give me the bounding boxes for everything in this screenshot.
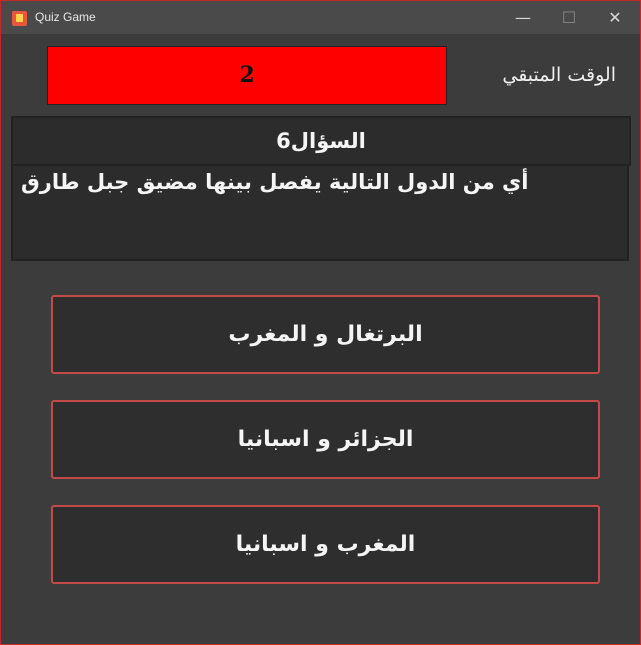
minimize-button[interactable]: — [500, 1, 546, 34]
quiz-game-window: Quiz Game — ☐ ✕ 2 الوقت المتبقي السؤال6 … [0, 0, 641, 645]
answer-button-3[interactable]: المغرب و اسبانيا [51, 505, 600, 584]
maximize-button[interactable]: ☐ [546, 1, 592, 34]
time-remaining-display: 2 [47, 46, 447, 105]
time-remaining-label: الوقت المتبقي [502, 64, 616, 86]
close-button[interactable]: ✕ [592, 1, 638, 34]
window-title: Quiz Game [35, 10, 96, 24]
question-number: السؤال6 [11, 116, 631, 166]
title-bar[interactable]: Quiz Game — ☐ ✕ [1, 1, 640, 34]
app-icon [12, 11, 27, 26]
answer-button-1[interactable]: البرتغال و المغرب [51, 295, 600, 374]
question-text: أي من الدول التالية يفصل بينها مضيق جبل … [11, 164, 629, 261]
answer-button-2[interactable]: الجزائر و اسبانيا [51, 400, 600, 479]
